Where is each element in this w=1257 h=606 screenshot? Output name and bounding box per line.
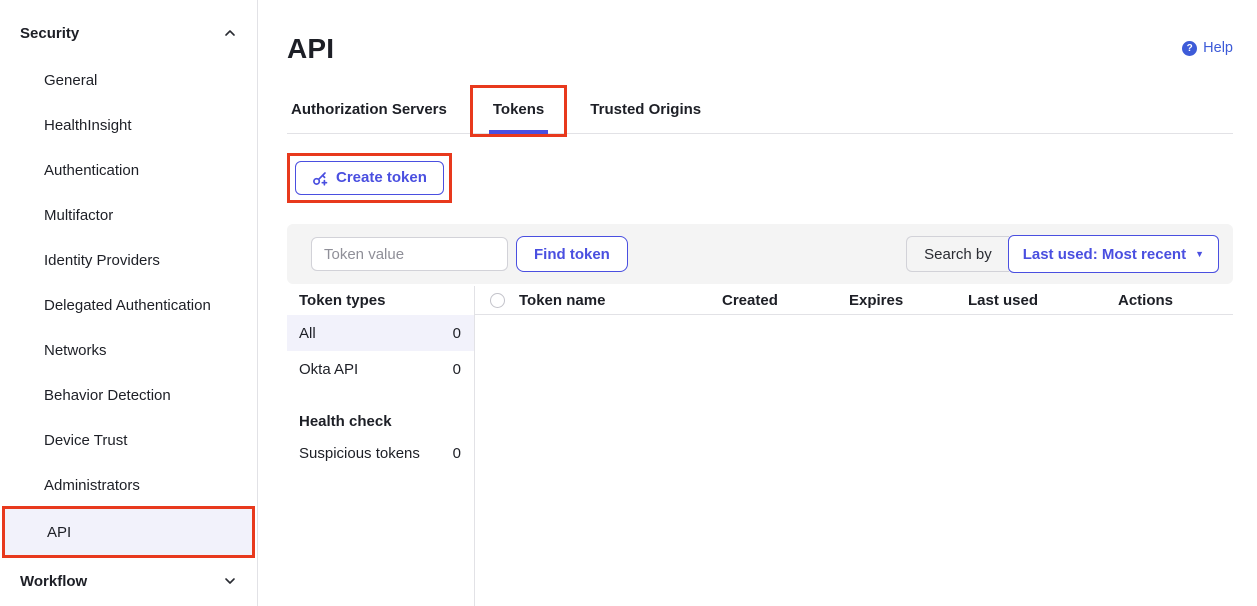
filter-right-group: Search by Last used: Most recent ▼: [906, 235, 1219, 273]
filter-bar: Find token Search by Last used: Most rec…: [287, 224, 1233, 284]
sidebar-item-administrators[interactable]: Administrators: [0, 463, 257, 508]
token-value-input[interactable]: [311, 237, 508, 271]
sidebar-section-security[interactable]: Security: [0, 20, 257, 46]
select-all-radio[interactable]: [490, 293, 505, 308]
sidebar-item-authentication[interactable]: Authentication: [0, 148, 257, 193]
create-token-button[interactable]: Create token: [295, 161, 444, 195]
token-type-all[interactable]: All 0: [287, 315, 474, 351]
sort-dropdown-value: Last used: Most recent: [1023, 246, 1186, 263]
column-token-name: Token name: [519, 292, 722, 309]
key-plus-icon: [312, 170, 328, 186]
token-type-suspicious-tokens[interactable]: Suspicious tokens 0: [287, 435, 474, 471]
tab-tokens-label: Tokens: [493, 101, 544, 118]
tokens-table-body: [475, 315, 1233, 515]
token-type-all-count: 0: [453, 325, 461, 342]
help-link-label: Help: [1203, 40, 1233, 56]
column-actions: Actions: [1118, 292, 1233, 309]
tab-bar: Authorization Servers Tokens Trusted Ori…: [287, 91, 1233, 134]
sidebar: Security General HealthInsight Authentic…: [0, 0, 258, 606]
chevron-up-icon: [223, 26, 237, 40]
tokens-table-header: Token name Created Expires Last used Act…: [475, 286, 1233, 315]
chevron-down-icon: ▼: [1195, 250, 1204, 259]
help-icon: ?: [1182, 41, 1197, 56]
tab-authorization-servers[interactable]: Authorization Servers: [287, 91, 451, 134]
token-type-all-label: All: [299, 325, 316, 342]
main-content: API ? Help Authorization Servers Tokens …: [258, 0, 1257, 606]
tokens-section: Token types All 0 Okta API 0 Health chec…: [287, 286, 1233, 606]
sidebar-item-identity-providers[interactable]: Identity Providers: [0, 238, 257, 283]
tokens-table: Token name Created Expires Last used Act…: [475, 286, 1233, 606]
sidebar-item-networks[interactable]: Networks: [0, 328, 257, 373]
sidebar-item-device-trust[interactable]: Device Trust: [0, 418, 257, 463]
token-type-suspicious-count: 0: [453, 445, 461, 462]
annotation-box-create-token: Create token: [287, 153, 452, 203]
column-expires: Expires: [849, 292, 968, 309]
sidebar-item-behavior-detection[interactable]: Behavior Detection: [0, 373, 257, 418]
column-last-used: Last used: [968, 292, 1118, 309]
page-header: API ? Help: [287, 33, 1233, 65]
annotation-box-api: API: [2, 506, 255, 558]
sort-dropdown[interactable]: Last used: Most recent ▼: [1008, 235, 1219, 273]
app-window: Security General HealthInsight Authentic…: [0, 0, 1257, 606]
search-by-label: Search by: [906, 236, 1009, 272]
tab-tokens[interactable]: Tokens: [489, 91, 548, 134]
token-type-okta-api-label: Okta API: [299, 361, 358, 378]
token-types-panel: Token types All 0 Okta API 0 Health chec…: [287, 286, 475, 606]
sidebar-item-api[interactable]: API: [5, 509, 252, 555]
column-created: Created: [722, 292, 849, 309]
tab-trusted-origins[interactable]: Trusted Origins: [586, 91, 705, 134]
chevron-down-icon: [223, 574, 237, 588]
sidebar-section-workflow-label: Workflow: [20, 573, 87, 590]
token-type-okta-api[interactable]: Okta API 0: [287, 351, 474, 387]
sidebar-item-general[interactable]: General: [0, 58, 257, 103]
token-type-okta-api-count: 0: [453, 361, 461, 378]
help-link[interactable]: ? Help: [1182, 40, 1233, 56]
sidebar-section-security-label: Security: [20, 25, 79, 42]
create-token-label: Create token: [336, 169, 427, 186]
token-types-header: Token types: [287, 286, 474, 315]
sidebar-security-items: General HealthInsight Authentication Mul…: [0, 58, 257, 558]
page-title: API: [287, 33, 334, 65]
token-type-suspicious-label: Suspicious tokens: [299, 445, 420, 462]
sidebar-item-multifactor[interactable]: Multifactor: [0, 193, 257, 238]
sidebar-item-delegated-authentication[interactable]: Delegated Authentication: [0, 283, 257, 328]
sidebar-item-healthinsight[interactable]: HealthInsight: [0, 103, 257, 148]
health-check-subheader: Health check: [287, 408, 474, 435]
find-token-button[interactable]: Find token: [516, 236, 628, 272]
sidebar-section-workflow[interactable]: Workflow: [0, 568, 257, 594]
